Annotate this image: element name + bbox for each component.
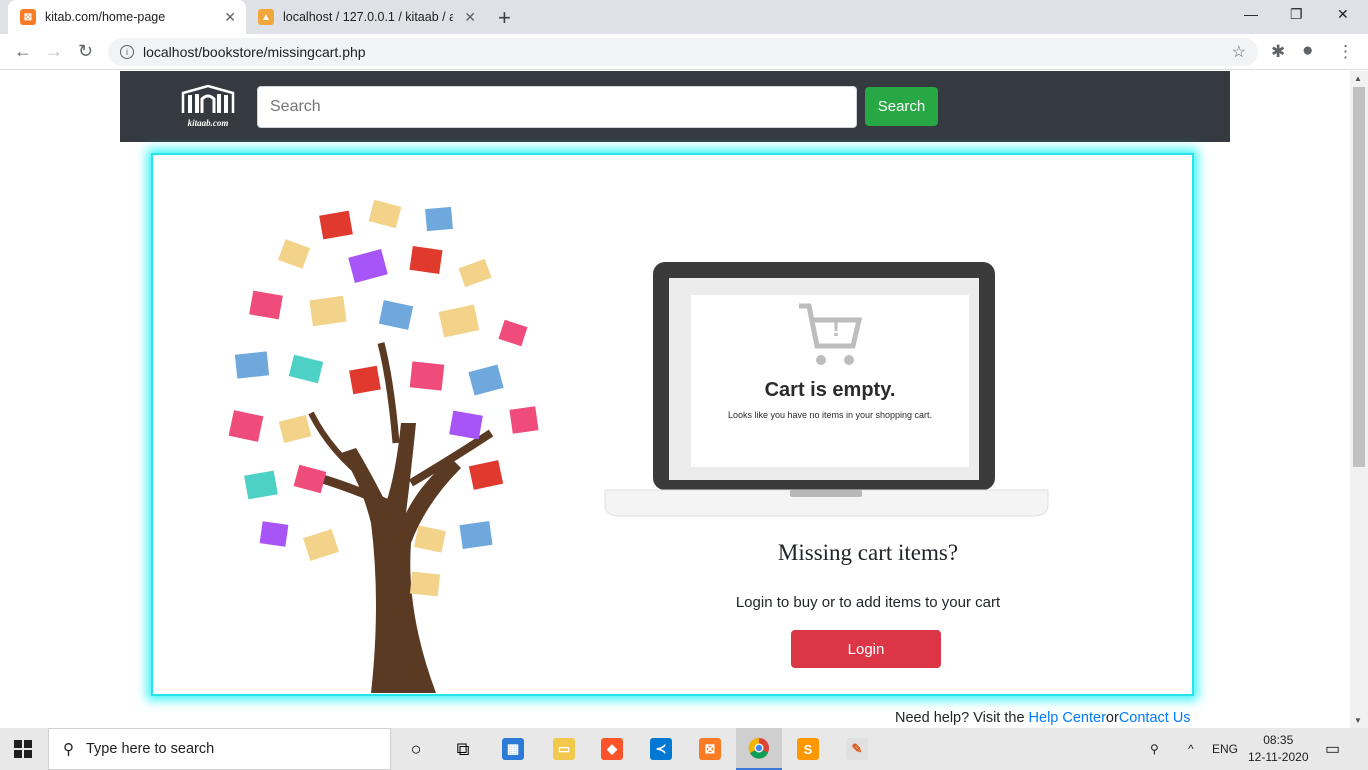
reload-icon[interactable]: ↻ xyxy=(78,41,93,62)
tab-kitab-home[interactable]: ⊠ kitab.com/home-page ✕ xyxy=(8,0,246,34)
xampp-icon[interactable]: ⊠ xyxy=(687,728,733,770)
clock-date: 12-11-2020 xyxy=(1248,750,1309,764)
language-indicator[interactable]: ENG xyxy=(1212,728,1238,770)
forward-arrow-icon[interactable]: → xyxy=(45,41,63,62)
people-icon[interactable]: ⚲ xyxy=(1150,728,1159,770)
taskbar-search-box[interactable]: ⚲ Type here to search xyxy=(48,728,391,770)
site-search-button[interactable]: Search xyxy=(865,87,938,126)
help-or-text: or xyxy=(1105,710,1119,726)
search-icon: ⚲ xyxy=(63,741,74,758)
tray-expand-icon[interactable]: ^ xyxy=(1188,728,1194,770)
file-explorer-icon[interactable]: ▭ xyxy=(541,728,587,770)
restore-button[interactable]: ❐ xyxy=(1290,6,1303,23)
help-prefix-text: Need help? Visit the xyxy=(895,710,1029,726)
window-close-button[interactable]: ✕ xyxy=(1337,6,1349,23)
task-view-icon[interactable]: ⧉ xyxy=(440,728,486,770)
taskbar-search-placeholder: Type here to search xyxy=(86,741,215,757)
browser-toolbar: ← → ↻ i localhost/bookstore/missingcart.… xyxy=(0,34,1368,70)
help-center-link[interactable]: Help Center xyxy=(1029,710,1106,726)
back-arrow-icon[interactable]: ← xyxy=(14,41,32,62)
close-tab-icon[interactable]: ✕ xyxy=(224,9,236,26)
site-info-icon[interactable]: i xyxy=(120,45,134,59)
profile-avatar-icon[interactable]: ● xyxy=(1302,40,1313,62)
browser-menu-icon[interactable]: ⋮ xyxy=(1337,42,1354,62)
help-line: Need help? Visit the Help CenterorContac… xyxy=(895,710,1191,726)
book-tree-illustration xyxy=(228,199,539,693)
scroll-up-arrow-icon[interactable]: ▲ xyxy=(1354,74,1362,83)
cart-empty-subtext: Looks like you have no items in your sho… xyxy=(728,410,932,420)
minimize-button[interactable]: — xyxy=(1244,6,1258,22)
close-tab-icon[interactable]: ✕ xyxy=(464,9,476,26)
tab-phpmyadmin[interactable]: ▲ localhost / 127.0.0.1 / kitaab / adr ✕ xyxy=(250,0,486,34)
kitaab-logo[interactable]: kitaab.com xyxy=(177,83,239,129)
login-button[interactable]: Login xyxy=(791,630,941,668)
extensions-icon[interactable]: ✱ xyxy=(1271,42,1285,62)
scroll-down-arrow-icon[interactable]: ▼ xyxy=(1354,716,1362,725)
url-text: localhost/bookstore/missingcart.php xyxy=(143,44,366,60)
notification-icon[interactable]: ▭ xyxy=(1325,728,1340,770)
new-tab-button[interactable]: + xyxy=(498,5,511,31)
address-bar[interactable]: i localhost/bookstore/missingcart.php ☆ xyxy=(108,38,1258,66)
svg-text:!: ! xyxy=(832,315,840,342)
missing-cart-subtext: Login to buy or to add items to your car… xyxy=(735,594,1001,611)
sublime-text-icon[interactable]: S xyxy=(785,728,831,770)
missing-cart-heading: Missing cart items? xyxy=(777,540,959,565)
clock-time: 08:35 xyxy=(1263,733,1294,747)
empty-cart-laptop-illustration: ! Cart is empty. Looks like you have no … xyxy=(604,262,1049,517)
cart-empty-heading: Cart is empty. xyxy=(765,379,896,401)
windows-start-icon[interactable] xyxy=(0,728,46,770)
phpmyadmin-favicon-icon: ▲ xyxy=(258,9,274,25)
vscode-icon[interactable]: ≺ xyxy=(638,728,684,770)
brave-browser-icon[interactable]: ◆ xyxy=(589,728,635,770)
tab-title: localhost / 127.0.0.1 / kitaab / adr xyxy=(283,10,453,24)
page-viewport: kitaab.com Search Search ! Cart is empty… xyxy=(0,71,1350,728)
windows-taskbar: ⚲ Type here to search ○ ⧉ ▦ ▭ ◆ ≺ ⊠ S ✎ … xyxy=(0,728,1368,770)
chrome-icon[interactable] xyxy=(736,728,782,770)
logo-text: kitaab.com xyxy=(188,118,229,128)
microsoft-store-icon[interactable]: ▦ xyxy=(490,728,536,770)
page-scrollbar[interactable]: ▲ ▼ xyxy=(1350,71,1368,728)
site-search-input[interactable] xyxy=(257,86,857,128)
missing-cart-card: ! Cart is empty. Looks like you have no … xyxy=(151,153,1194,696)
site-navbar: kitaab.com Search xyxy=(120,71,1230,142)
browser-tab-strip: ⊠ kitab.com/home-page ✕ ▲ localhost / 12… xyxy=(0,0,1368,34)
tab-title: kitab.com/home-page xyxy=(45,10,166,24)
cortana-icon[interactable]: ○ xyxy=(393,728,439,770)
contact-us-link[interactable]: Contact Us xyxy=(1119,710,1191,726)
scrollbar-thumb[interactable] xyxy=(1353,87,1365,467)
xampp-favicon-icon: ⊠ xyxy=(20,9,36,25)
bookmark-star-icon[interactable]: ☆ xyxy=(1232,42,1246,62)
clock[interactable]: 08:35 12-11-2020 xyxy=(1248,728,1309,770)
paint-icon[interactable]: ✎ xyxy=(834,728,880,770)
